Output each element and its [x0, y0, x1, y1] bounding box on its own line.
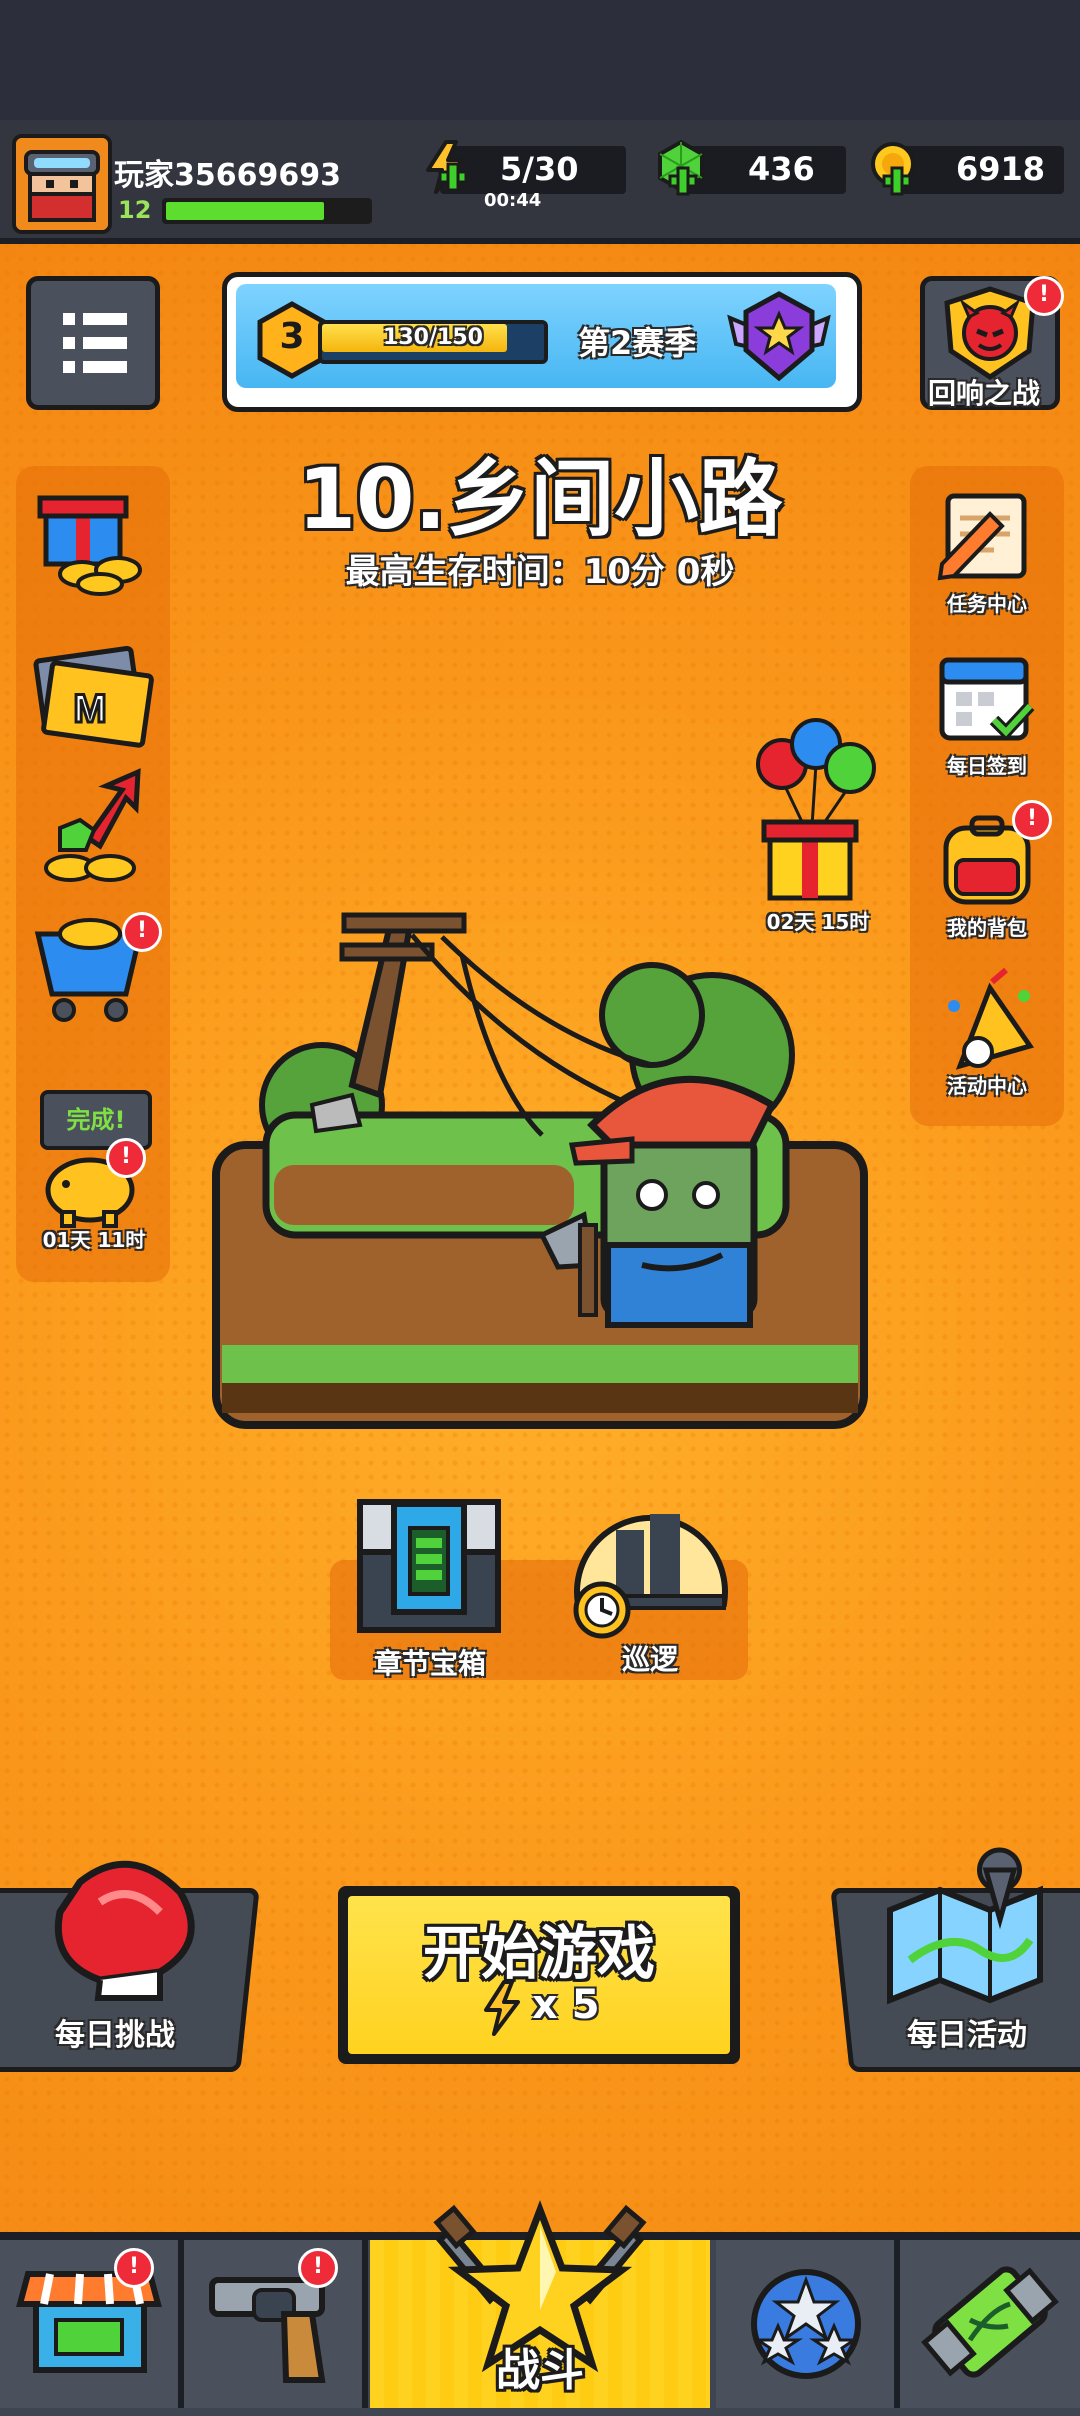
- daily-event-label: 每日活动: [907, 2018, 1027, 2053]
- backpack-label: 我的背包: [947, 916, 1027, 940]
- piggy-bubble-text: 完成!: [66, 1106, 126, 1134]
- energy-plus-icon[interactable]: [416, 138, 474, 196]
- shop-badge: !: [122, 912, 162, 952]
- piggy-timer: 01天 11时: [42, 1228, 146, 1252]
- season-badge-icon: [727, 291, 831, 382]
- echo-battle-badge: !: [1024, 276, 1064, 316]
- chapter-chest-label: 章节宝箱: [373, 1647, 486, 1680]
- battle-nav-label: 战斗: [496, 2345, 584, 2396]
- energy-value: 5/30: [500, 150, 579, 188]
- calendar-check-icon: [939, 657, 1035, 741]
- map-pin-icon: [887, 1847, 1043, 2005]
- growth-fund-icon[interactable]: [30, 768, 154, 892]
- task-center-button[interactable]: 任务中心: [920, 484, 1054, 616]
- start-game-cost: x 5: [532, 1982, 600, 2028]
- echo-battle-label: 回响之战: [927, 377, 1040, 410]
- avatar-face-icon: [16, 138, 108, 230]
- level-map-scene: [212, 912, 868, 1429]
- patrol-icon[interactable]: [566, 1484, 732, 1640]
- coin-plus-icon[interactable]: [866, 138, 924, 196]
- chapter-chest-icon[interactable]: [352, 1490, 506, 1636]
- xp-bar-fill: [166, 202, 324, 220]
- energy-timer: 00:44: [484, 190, 542, 211]
- daily-checkin-button[interactable]: 每日签到: [920, 646, 1054, 778]
- boxing-glove-icon: [54, 1860, 195, 2001]
- gem-plus-icon[interactable]: [652, 138, 710, 196]
- star-orb-icon: [751, 2269, 861, 2379]
- player-avatar[interactable]: [12, 134, 112, 234]
- shop-nav-badge: !: [114, 2248, 154, 2288]
- nav-talents[interactable]: [716, 2240, 900, 2408]
- energy-cost-icon: [484, 1980, 520, 2036]
- system-status-bar: [0, 0, 1080, 120]
- weapons-nav-badge: !: [298, 2248, 338, 2288]
- nav-evolution[interactable]: [900, 2240, 1080, 2408]
- backpack-badge: !: [1012, 800, 1052, 840]
- daily-challenge-label: 每日挑战: [55, 2018, 175, 2053]
- daily-checkin-label: 每日签到: [947, 754, 1027, 778]
- season-progress-text: 130/150: [383, 325, 483, 350]
- gem-value: 436: [748, 150, 815, 188]
- start-game-label: 开始游戏: [422, 1919, 655, 1987]
- event-center-button[interactable]: 活动中心: [920, 966, 1054, 1106]
- scroll-pen-icon: [937, 493, 1027, 581]
- player-level: 12: [118, 196, 152, 224]
- party-popper-icon: [948, 967, 1035, 1070]
- nav-weapons[interactable]: [184, 2240, 368, 2408]
- monthly-card-icon[interactable]: M: [30, 640, 154, 752]
- piggy-badge: !: [106, 1138, 146, 1178]
- coin-value: 6918: [956, 150, 1046, 188]
- list-menu-icon: [63, 313, 127, 373]
- gift-coins-icon[interactable]: [30, 484, 154, 596]
- svg-text:M: M: [73, 687, 106, 731]
- player-name: 玩家35669693: [114, 158, 341, 193]
- season-label: 第2赛季: [578, 324, 697, 362]
- menu-button[interactable]: [26, 276, 160, 410]
- task-center-label: 任务中心: [947, 592, 1027, 616]
- patrol-label: 巡逻: [621, 1643, 678, 1676]
- nav-shop[interactable]: [0, 2240, 184, 2408]
- dna-capsule-icon: [921, 2266, 1059, 2378]
